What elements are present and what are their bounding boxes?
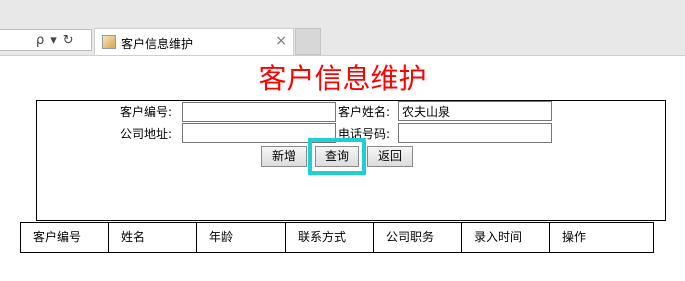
results-table-header: 客户编号 姓名 年龄 联系方式 公司职务 录入时间 操作 [20, 222, 654, 253]
new-tab-button[interactable] [295, 28, 321, 55]
column-header-entry-time: 录入时间 [462, 223, 550, 252]
address-label: 公司地址: [120, 127, 173, 141]
page-favicon-icon [102, 35, 116, 49]
query-button-highlight [308, 138, 366, 175]
refresh-icon[interactable]: ↻ [63, 33, 74, 48]
column-header-name: 姓名 [109, 223, 197, 252]
back-button[interactable]: 返回 [367, 146, 413, 167]
customer-name-label: 客户姓名: [338, 105, 391, 119]
address-bar-icons: ρ ▾ ↻ [36, 33, 74, 48]
phone-input[interactable] [398, 123, 552, 143]
customer-id-input[interactable] [182, 102, 336, 122]
page-title: 客户信息维护 [258, 62, 427, 95]
column-header-customer-id: 客户编号 [21, 223, 109, 252]
search-icon[interactable]: ρ [36, 33, 44, 48]
column-header-position: 公司职务 [374, 223, 462, 252]
customer-id-label: 客户编号: [120, 105, 173, 119]
column-header-actions: 操作 [562, 230, 587, 244]
address-bar[interactable]: ρ ▾ ↻ [0, 29, 92, 51]
chevron-down-icon[interactable]: ▾ [50, 33, 57, 48]
column-header-contact: 联系方式 [286, 223, 374, 252]
add-button[interactable]: 新增 [261, 146, 307, 167]
chrome-divider [0, 55, 685, 56]
browser-chrome: ρ ▾ ↻ 客户信息维护 × [0, 0, 685, 56]
close-icon[interactable]: × [275, 33, 287, 49]
column-header-age: 年龄 [197, 223, 286, 252]
customer-name-input[interactable] [398, 101, 552, 121]
tab-title: 客户信息维护 [121, 37, 194, 51]
browser-tab[interactable]: 客户信息维护 × [94, 28, 294, 56]
